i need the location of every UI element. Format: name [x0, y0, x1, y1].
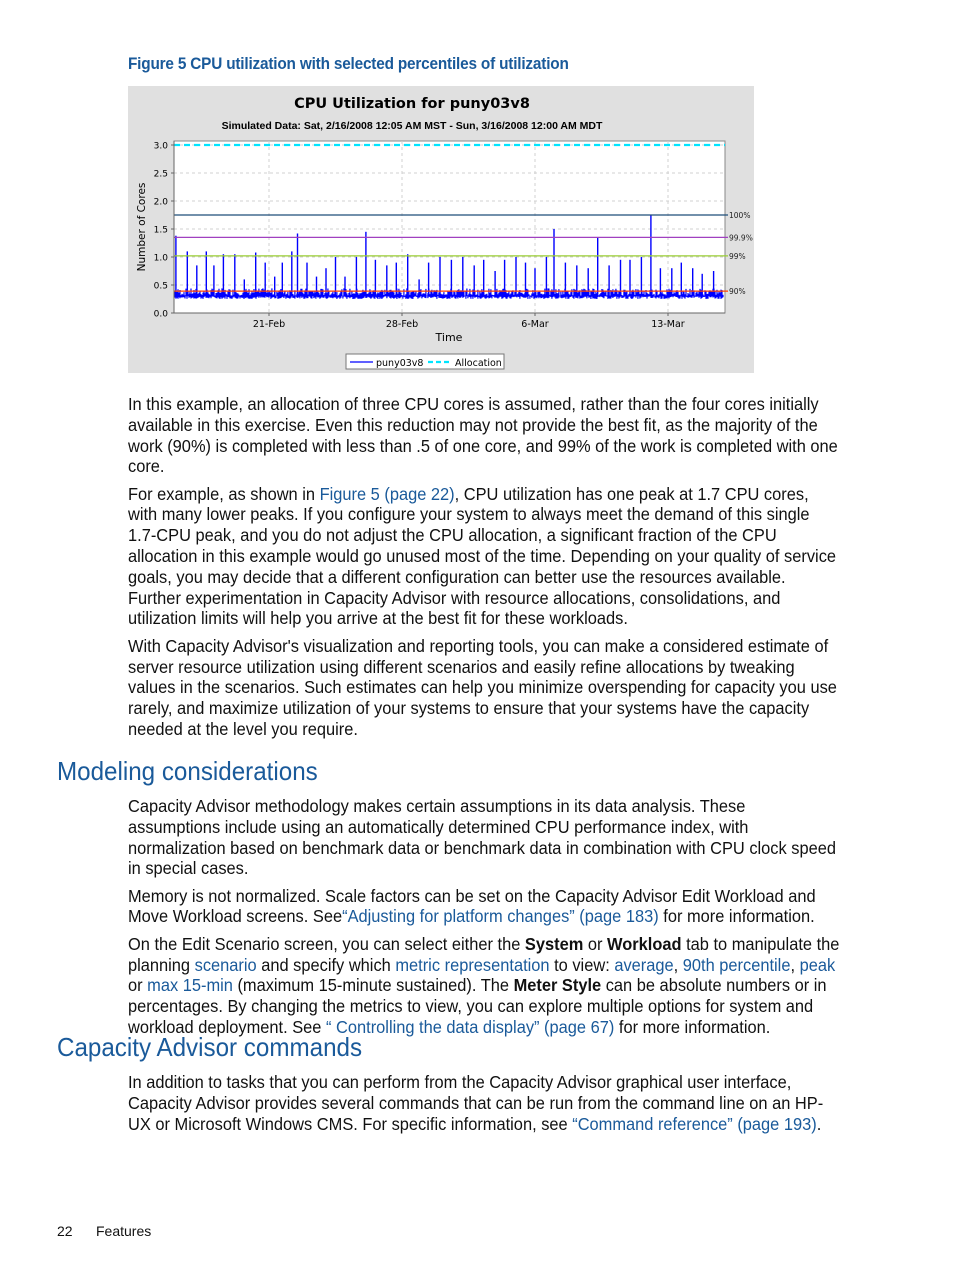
text: or	[128, 975, 148, 996]
y-tick-label: 3.0	[154, 142, 169, 152]
chart-subtitle: Simulated Data: Sat, 2/16/2008 12:05 AM …	[222, 120, 603, 132]
y-tick-label: 0.5	[154, 282, 168, 292]
text: or	[583, 933, 608, 954]
paragraph-commands: In addition to tasks that you can perfor…	[128, 1072, 839, 1134]
link-scenario[interactable]: scenario	[195, 955, 257, 975]
page-number: 22	[57, 1223, 73, 1239]
text: for more information.	[658, 906, 815, 927]
percentile-label: 99.9%	[729, 233, 753, 242]
x-tick-label: 13-Mar	[651, 319, 685, 330]
text: (maximum 15-minute sustained). The	[232, 975, 514, 996]
link-command-reference[interactable]: “Command reference” (page 193)	[572, 1114, 817, 1134]
legend-label-allocation: Allocation	[455, 358, 502, 369]
paragraph-allocation: In this example, an allocation of three …	[128, 394, 838, 477]
y-axis-label: Number of Cores	[136, 183, 148, 272]
percentile-label: 100%	[729, 211, 750, 220]
text: ,	[673, 954, 683, 975]
text: and specify which	[256, 954, 396, 975]
text: .	[816, 1113, 822, 1134]
percentile-label: 99%	[729, 252, 746, 261]
chart-title: CPU Utilization for puny03v8	[294, 96, 530, 112]
paragraph-edit-scenario: On the Edit Scenario screen, you can sel…	[128, 934, 839, 1038]
figure-caption: Figure 5 CPU utilization with selected p…	[128, 55, 569, 73]
paragraph-methodology: Capacity Advisor methodology makes certa…	[128, 796, 837, 879]
chart-svg: CPU Utilization for puny03v8 Simulated D…	[136, 96, 753, 370]
term-system: System	[524, 933, 584, 954]
modeling-text: Capacity Advisor methodology makes certa…	[128, 796, 839, 1044]
link-average[interactable]: average	[614, 955, 673, 975]
x-axis-label: Time	[435, 331, 463, 344]
y-tick-label: 2.0	[154, 198, 169, 208]
link-figure-5[interactable]: Figure 5 (page 22)	[320, 484, 455, 504]
y-tick-label: 1.5	[154, 226, 168, 236]
intro-text: In this example, an allocation of three …	[128, 394, 839, 746]
heading-capacity-advisor-commands: Capacity Advisor commands	[57, 1032, 363, 1062]
text: for more information.	[614, 1016, 771, 1037]
link-controlling-data-display[interactable]: “ Controlling the data display” (page 67…	[326, 1017, 614, 1037]
link-peak[interactable]: peak	[800, 955, 836, 975]
page-footer: 22 Features	[57, 1223, 151, 1239]
text: to view:	[549, 954, 615, 975]
x-tick-label: 28-Feb	[386, 319, 418, 330]
text: For example, as shown in	[128, 483, 320, 504]
y-tick-label: 1.0	[154, 254, 169, 264]
plot-area	[173, 140, 726, 314]
percentile-label: 90%	[729, 287, 746, 296]
term-meter-style: Meter Style	[513, 975, 602, 996]
footer-section: Features	[96, 1223, 152, 1239]
text: On the Edit Scenario screen, you can sel…	[128, 933, 525, 954]
x-tick-label: 21-Feb	[253, 319, 285, 330]
link-metric-representation[interactable]: metric representation	[395, 955, 549, 975]
paragraph-visualization: With Capacity Advisor's visualization an…	[128, 635, 837, 739]
paragraph-memory: Memory is not normalized. Scale factors …	[128, 886, 839, 928]
heading-modeling-considerations: Modeling considerations	[57, 756, 318, 786]
text: ,	[790, 954, 800, 975]
commands-text: In addition to tasks that you can perfor…	[128, 1072, 839, 1141]
text: , CPU utilization has one peak at 1.7 CP…	[128, 483, 837, 629]
y-tick-label: 0.0	[154, 310, 169, 320]
link-adjusting-platform-changes[interactable]: “Adjusting for platform changes” (page 1…	[342, 906, 659, 926]
x-tick-label: 6-Mar	[521, 319, 548, 330]
term-workload: Workload	[607, 933, 682, 954]
legend-label-puny03v8: puny03v8	[376, 358, 423, 369]
link-max-15-min[interactable]: max 15-min	[147, 975, 233, 995]
legend: puny03v8 Allocation	[345, 353, 505, 370]
paragraph-example: For example, as shown in Figure 5 (page …	[128, 484, 839, 630]
link-90th-percentile[interactable]: 90th percentile	[683, 955, 791, 975]
y-tick-label: 2.5	[154, 170, 168, 180]
cpu-utilization-chart: CPU Utilization for puny03v8 Simulated D…	[128, 86, 754, 373]
